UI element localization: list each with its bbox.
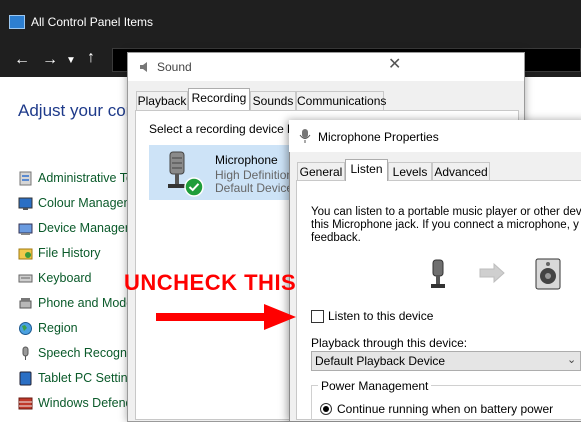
speech-icon: [22, 346, 29, 360]
cp-item-device-manager[interactable]: Device Manager: [18, 218, 133, 240]
listen-description-line: feedback.: [311, 232, 361, 244]
speaker-icon: [140, 62, 147, 72]
cp-item-phone-and-modem[interactable]: Phone and Modem: [18, 293, 133, 315]
microphone-diagram-icon: [431, 259, 445, 288]
tab-recording[interactable]: Recording: [188, 88, 250, 110]
tab-general[interactable]: General: [297, 162, 345, 181]
sound-title: Sound: [157, 60, 192, 74]
cp-item-colour-management[interactable]: Colour Management: [18, 193, 133, 215]
microphone-small-icon: [299, 129, 311, 143]
tab-communications[interactable]: Communications: [296, 91, 386, 110]
keyboard-icon: [18, 274, 33, 283]
tab-levels[interactable]: Levels: [388, 162, 432, 181]
window-title: All Control Panel Items: [31, 15, 154, 29]
cp-item-windows-defender-firewall[interactable]: Windows Defender Firewall: [18, 393, 133, 415]
listen-description-line: this Microphone jack. If you connect a m…: [311, 219, 579, 231]
chevron-down-icon[interactable]: ⌄: [567, 353, 576, 366]
listen-to-device-checkbox[interactable]: [311, 310, 324, 323]
listen-description: You can listen to a portable music playe…: [311, 206, 581, 245]
firewall-icon: [18, 397, 33, 410]
tab-playback[interactable]: Playback: [136, 91, 188, 110]
back-arrow-icon[interactable]: ←: [14, 51, 30, 69]
device-description: High Definition: [215, 168, 294, 182]
close-icon[interactable]: ✕: [388, 54, 401, 74]
tablet-icon: [19, 371, 32, 386]
admin-tools-icon: [19, 171, 32, 186]
cp-item-tablet-pc-settings[interactable]: Tablet PC Settings: [18, 368, 133, 390]
tab-listen[interactable]: Listen: [345, 159, 388, 181]
listen-description-line: You can listen to a portable music playe…: [311, 206, 581, 218]
tab-sounds[interactable]: Sounds: [250, 91, 296, 110]
forward-arrow-icon[interactable]: →: [42, 51, 58, 69]
battery-power-option-label[interactable]: Continue running when on battery power: [337, 402, 553, 416]
tab-advanced[interactable]: Advanced: [432, 162, 490, 181]
annotation-text: UNCHECK THIS: [124, 270, 297, 295]
phone-modem-icon: [19, 298, 32, 309]
microphone-properties-title: Microphone Properties: [318, 130, 439, 144]
device-name: Microphone: [215, 153, 278, 167]
colour-management-icon: [18, 197, 33, 210]
battery-power-radio[interactable]: [320, 403, 332, 415]
recording-instructions: Select a recording device be: [149, 122, 301, 136]
default-device-check-icon: [184, 177, 204, 197]
route-arrow-icon: [479, 262, 505, 284]
playback-device-label: Playback through this device:: [311, 336, 468, 350]
cp-item-keyboard[interactable]: Keyboard: [18, 268, 133, 290]
annotation-arrow-icon: [156, 304, 296, 330]
region-icon: [19, 322, 32, 335]
cp-item-region[interactable]: Region: [18, 318, 133, 340]
file-history-icon: [18, 248, 33, 260]
up-arrow-icon[interactable]: ↑: [87, 49, 95, 67]
device-manager-icon: [18, 223, 33, 235]
power-management-label: Power Management: [318, 379, 432, 393]
device-status: Default Device: [215, 181, 294, 195]
listen-to-device-label[interactable]: Listen to this device: [328, 309, 433, 323]
cp-item-administrative-tools[interactable]: Administrative Tools: [18, 168, 133, 190]
playback-device-value: Default Playback Device: [315, 354, 446, 368]
cp-item-speech-recognition[interactable]: Speech Recognition: [18, 343, 133, 365]
cp-item-file-history[interactable]: File History: [18, 243, 133, 265]
recent-locations-icon[interactable]: ▼: [66, 55, 76, 66]
speaker-diagram-icon: [535, 258, 561, 290]
control-panel-icon: [9, 15, 25, 29]
